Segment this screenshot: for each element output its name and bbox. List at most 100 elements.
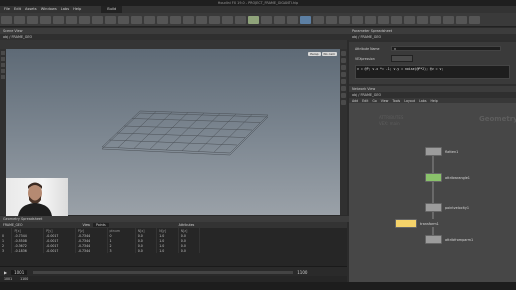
desktop-select[interactable]: Build (101, 6, 123, 13)
node-body[interactable] (425, 173, 442, 182)
node-body[interactable] (425, 235, 442, 244)
net-menu-labs[interactable]: Labs (419, 99, 426, 103)
node-body[interactable] (425, 203, 442, 212)
camera-nocam[interactable]: No cam (321, 52, 337, 56)
timeline-track[interactable] (33, 270, 294, 274)
range-end[interactable]: 1100 (20, 277, 28, 281)
play-icon[interactable]: ▶ (4, 270, 7, 275)
attr-name-input[interactable] (391, 46, 501, 51)
table-row[interactable]: 3 -0.1836 -0.0017 -0.7344 3 0.0 1.0 0.0 (0, 248, 201, 253)
network-tab[interactable]: Network View (352, 87, 375, 91)
shelf-tool-6[interactable] (66, 15, 77, 24)
shelf-tool-37[interactable] (469, 15, 480, 24)
shelf-tool-3[interactable] (27, 15, 38, 24)
move-tool-icon[interactable] (1, 57, 5, 61)
wireframe-icon[interactable] (341, 58, 346, 63)
shelf-tool-23[interactable] (287, 15, 298, 24)
shelf-tool-19[interactable] (235, 15, 246, 24)
vex-menu-button[interactable] (391, 55, 413, 62)
net-menu-go[interactable]: Go (372, 99, 376, 103)
menu-edit[interactable]: Edit (14, 6, 21, 13)
menu-labs[interactable]: Labs (61, 6, 69, 13)
node-attribfromparm[interactable]: attribfromparm1 (425, 235, 473, 244)
shelf-tool-31[interactable] (391, 15, 402, 24)
net-menu-layout[interactable]: Layout (404, 99, 415, 103)
shelf-tool-22[interactable] (274, 15, 285, 24)
net-menu-add[interactable]: Add (352, 99, 358, 103)
shelf-tool-7[interactable] (79, 15, 90, 24)
rotate-tool-icon[interactable] (1, 63, 5, 67)
shelf-tool-14[interactable] (170, 15, 181, 24)
shelf-tool-2[interactable] (14, 15, 25, 24)
node-body[interactable] (395, 219, 417, 228)
shelf-tool-15[interactable] (183, 15, 194, 24)
shelf-tool-1[interactable] (1, 15, 12, 24)
net-menu-edit[interactable]: Edit (362, 99, 368, 103)
menu-windows[interactable]: Windows (41, 6, 57, 13)
shelf-tool-13[interactable] (157, 15, 168, 24)
network-editor[interactable]: ATTRIBUTES VEX: main Geometry flatten1 a… (349, 103, 516, 282)
node-pointvelocity[interactable]: pointvelocity1 (425, 203, 469, 212)
node-label: pointvelocity1 (445, 205, 470, 210)
shelf-tool-24[interactable] (300, 15, 311, 24)
viewport-tab[interactable]: Scene View (3, 29, 22, 33)
shelf-tool-35[interactable] (443, 15, 454, 24)
net-menu-help[interactable]: Help (430, 99, 437, 103)
shelf-tool-16[interactable] (196, 15, 207, 24)
menu-file[interactable]: File (4, 6, 10, 13)
handle-tool-icon[interactable] (1, 75, 5, 79)
shelf-tool-20[interactable] (248, 15, 259, 24)
node-attribwrangle[interactable]: attribwrangle1 (425, 173, 470, 182)
display-option-icon[interactable] (341, 51, 346, 56)
shelf-tool-8[interactable] (92, 15, 103, 24)
net-menu-tools[interactable]: Tools (392, 99, 400, 103)
vex-code-editor[interactable]: v = @P; v.x *= -1; v.y = noise(@P*2); @v… (355, 65, 510, 79)
select-tool-icon[interactable] (1, 51, 5, 55)
scale-tool-icon[interactable] (1, 69, 5, 73)
node-body[interactable] (425, 147, 442, 156)
ghost-icon[interactable] (341, 79, 346, 84)
shelf-toolbar (0, 13, 516, 27)
param-node[interactable]: FRAME_GEO (360, 35, 381, 39)
shelf-tool-36[interactable] (456, 15, 467, 24)
spreadsheet-tab[interactable]: Geometry Spreadsheet (3, 217, 42, 221)
viewport-path[interactable]: obj (3, 35, 8, 39)
node-flatten[interactable]: flatten1 (425, 147, 458, 156)
shelf-tool-10[interactable] (118, 15, 129, 24)
menu-help[interactable]: Help (73, 6, 81, 13)
shelf-tool-4[interactable] (40, 15, 51, 24)
shelf-tool-27[interactable] (339, 15, 350, 24)
shelf-tool-11[interactable] (131, 15, 142, 24)
lighting-icon[interactable] (341, 72, 346, 77)
shelf-tool-26[interactable] (326, 15, 337, 24)
viewport-node[interactable]: FRAME_GEO (11, 35, 32, 39)
shelf-tool-5[interactable] (53, 15, 64, 24)
shading-icon[interactable] (341, 65, 346, 70)
node-transform[interactable]: transform1 (395, 219, 439, 228)
shelf-tool-17[interactable] (209, 15, 220, 24)
param-path-bar: obj / FRAME_GEO (349, 34, 516, 40)
shelf-tool-32[interactable] (404, 15, 415, 24)
range-start[interactable]: 1001 (4, 277, 12, 281)
shelf-tool-25[interactable] (313, 15, 324, 24)
shelf-tool-33[interactable] (417, 15, 428, 24)
param-path[interactable]: obj (352, 35, 357, 39)
points-icon[interactable] (341, 86, 346, 91)
shelf-tool-21[interactable] (261, 15, 272, 24)
spreadsheet-node[interactable]: FRAME_GEO (3, 223, 22, 227)
shelf-tool-9[interactable] (105, 15, 116, 24)
shelf-tool-18[interactable] (222, 15, 233, 24)
net-menu-view[interactable]: View (381, 99, 389, 103)
shelf-tool-28[interactable] (352, 15, 363, 24)
spreadsheet-view-select[interactable]: Points (93, 223, 109, 227)
camera-persp[interactable]: Persp (308, 52, 321, 56)
grid-icon[interactable] (341, 100, 346, 105)
shelf-tool-30[interactable] (378, 15, 389, 24)
shelf-tool-34[interactable] (430, 15, 441, 24)
shelf-tool-29[interactable] (365, 15, 376, 24)
normals-icon[interactable] (341, 93, 346, 98)
shelf-tool-12[interactable] (144, 15, 155, 24)
param-tab[interactable]: Parameter Spreadsheet (352, 29, 392, 33)
current-frame[interactable]: 1001 (11, 269, 28, 275)
menu-assets[interactable]: Assets (25, 6, 37, 13)
